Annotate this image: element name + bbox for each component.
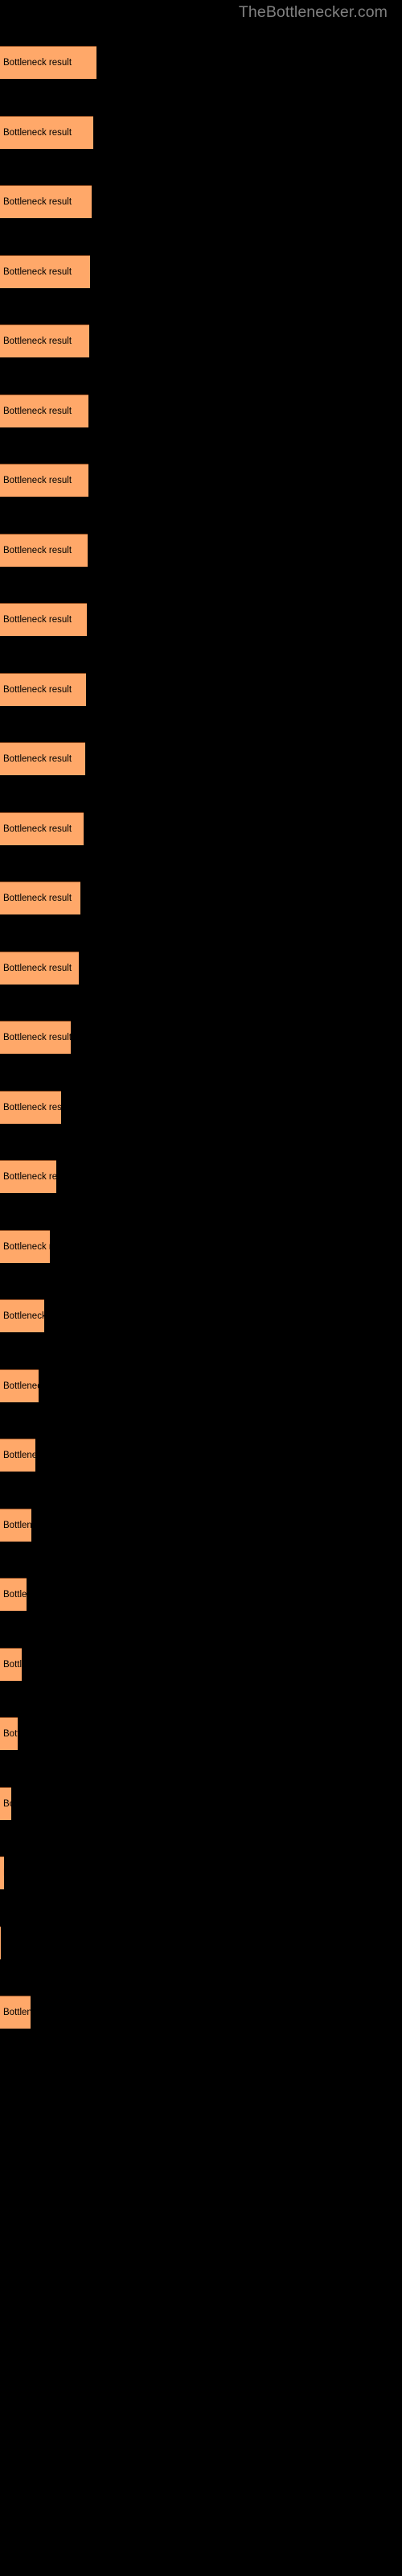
- bar-row: Bottleneck result: [0, 1508, 402, 1542]
- bottleneck-result-bar[interactable]: Bottleneck result: [0, 1299, 44, 1332]
- bar-label: Bottleneck result: [3, 615, 72, 625]
- bar-label: Bottleneck result: [3, 1311, 44, 1321]
- bar-row: Bottleneck result: [0, 603, 402, 636]
- bar-label: Bottleneck result: [3, 684, 72, 695]
- bar-row: Bottleneck result: [0, 1786, 402, 1820]
- bar-label: Bottleneck result: [3, 406, 72, 416]
- bar-row: Bottleneck result: [0, 1926, 402, 1959]
- bar-row: Bottleneck result: [0, 1439, 402, 1472]
- bar-label: Bottleneck result: [3, 1590, 27, 1600]
- bar-label: Bottleneck result: [3, 2008, 31, 2017]
- bar-label: Bottleneck result: [3, 266, 72, 277]
- bar-label: Bottleneck result: [3, 1729, 18, 1739]
- bottleneck-result-bar[interactable]: Bottleneck result: [0, 1021, 71, 1054]
- bottleneck-result-bar[interactable]: Bottleneck result: [0, 324, 89, 357]
- bar-row: Bottleneck result: [0, 1856, 402, 1889]
- bar-row: Bottleneck result: [0, 1090, 402, 1124]
- bar-row: Bottleneck result: [0, 742, 402, 775]
- bar-label: Bottleneck result: [3, 545, 72, 555]
- bar-label: Bottleneck result: [3, 963, 72, 973]
- bottleneck-result-bar[interactable]: Bottleneck result: [0, 1439, 35, 1472]
- bar-row: Bottleneck result: [0, 1647, 402, 1681]
- bottleneck-result-bar[interactable]: Bottleneck result: [0, 1578, 27, 1611]
- bottleneck-result-bar[interactable]: Bottleneck result: [0, 115, 93, 149]
- bottleneck-result-bar[interactable]: Bottleneck result: [0, 1508, 31, 1542]
- bar-row: Bottleneck result: [0, 811, 402, 845]
- bar-label: Bottleneck result: [3, 824, 72, 834]
- bottleneck-result-bar[interactable]: Bottleneck result: [0, 603, 87, 636]
- bar-row: Bottleneck result: [0, 115, 402, 149]
- bottleneck-result-bar[interactable]: Bottleneck result: [0, 1856, 4, 1889]
- bottleneck-result-bar[interactable]: Bottleneck result: [0, 1926, 1, 1959]
- bar-row: Bottleneck result: [0, 185, 402, 218]
- bar-row: Bottleneck result: [0, 46, 402, 79]
- bar-label: Bottleneck result: [3, 1451, 35, 1460]
- bar-row: Bottleneck result: [0, 1996, 402, 2029]
- bottleneck-result-bar[interactable]: Bottleneck result: [0, 394, 88, 427]
- bar-row: Bottleneck result: [0, 1160, 402, 1193]
- bar-row: Bottleneck result: [0, 533, 402, 567]
- bar-label: Bottleneck result: [3, 1520, 31, 1530]
- bar-label: Bottleneck result: [3, 476, 72, 485]
- bar-row: Bottleneck result: [0, 464, 402, 497]
- bar-row: Bottleneck result: [0, 1717, 402, 1750]
- bar-row: Bottleneck result: [0, 1368, 402, 1402]
- bottleneck-result-bar[interactable]: Bottleneck result: [0, 1647, 22, 1681]
- bar-row: Bottleneck result: [0, 672, 402, 706]
- bottleneck-result-bar[interactable]: Bottleneck result: [0, 742, 85, 775]
- bottleneck-result-bar[interactable]: Bottleneck result: [0, 533, 88, 567]
- bar-label: Bottleneck result: [3, 1033, 71, 1042]
- bar-label: Bottleneck result: [3, 336, 72, 346]
- bar-label: Bottleneck result: [3, 127, 72, 138]
- bar-label: Bottleneck result: [3, 58, 72, 68]
- bottleneck-result-bar[interactable]: Bottleneck result: [0, 1160, 56, 1193]
- bar-row: Bottleneck result: [0, 324, 402, 357]
- bottleneck-result-bar[interactable]: Bottleneck result: [0, 811, 84, 845]
- bar-label: Bottleneck result: [3, 1381, 39, 1391]
- bottleneck-result-bar[interactable]: Bottleneck result: [0, 1229, 50, 1263]
- bar-label: Bottleneck result: [3, 1102, 61, 1113]
- bar-row: Bottleneck result: [0, 881, 402, 914]
- bottleneck-result-bar[interactable]: Bottleneck result: [0, 672, 86, 706]
- bar-row: Bottleneck result: [0, 254, 402, 288]
- bottleneck-result-bar[interactable]: Bottleneck result: [0, 1786, 11, 1820]
- bottleneck-result-bar[interactable]: Bottleneck result: [0, 46, 96, 79]
- bar-row: Bottleneck result: [0, 951, 402, 985]
- bottleneck-result-bar[interactable]: Bottleneck result: [0, 881, 80, 914]
- bottleneck-result-bar[interactable]: Bottleneck result: [0, 464, 88, 497]
- bottleneck-result-bar[interactable]: Bottleneck result: [0, 1717, 18, 1750]
- bar-label: Bottleneck result: [3, 1659, 22, 1670]
- bottleneck-result-bar[interactable]: Bottleneck result: [0, 951, 79, 985]
- bar-label: Bottleneck result: [3, 1798, 11, 1809]
- bottleneck-result-bar[interactable]: Bottleneck result: [0, 185, 92, 218]
- bottleneck-result-bar[interactable]: Bottleneck result: [0, 1996, 31, 2029]
- bar-row: Bottleneck result: [0, 394, 402, 427]
- bar-label: Bottleneck result: [3, 1868, 4, 1879]
- bar-label: Bottleneck result: [3, 1241, 50, 1252]
- bar-row: Bottleneck result: [0, 1021, 402, 1054]
- bar-label: Bottleneck result: [3, 1172, 56, 1182]
- bar-label: Bottleneck result: [3, 754, 72, 764]
- bottleneck-result-bar[interactable]: Bottleneck result: [0, 254, 90, 288]
- bar-row: Bottleneck result: [0, 1578, 402, 1611]
- bottleneck-result-bar[interactable]: Bottleneck result: [0, 1090, 61, 1124]
- bottleneck-result-bar[interactable]: Bottleneck result: [0, 1368, 39, 1402]
- bar-row: Bottleneck result: [0, 1229, 402, 1263]
- bar-row: Bottleneck result: [0, 1299, 402, 1332]
- bar-chart-bars: Bottleneck result Bottleneck result Bottle…: [0, 0, 402, 2576]
- bar-label: Bottleneck result: [3, 197, 72, 207]
- bar-label: Bottleneck result: [3, 894, 72, 903]
- bottleneck-chart-root: TheBottlenecker.com Bottleneck result Bot…: [0, 0, 402, 2576]
